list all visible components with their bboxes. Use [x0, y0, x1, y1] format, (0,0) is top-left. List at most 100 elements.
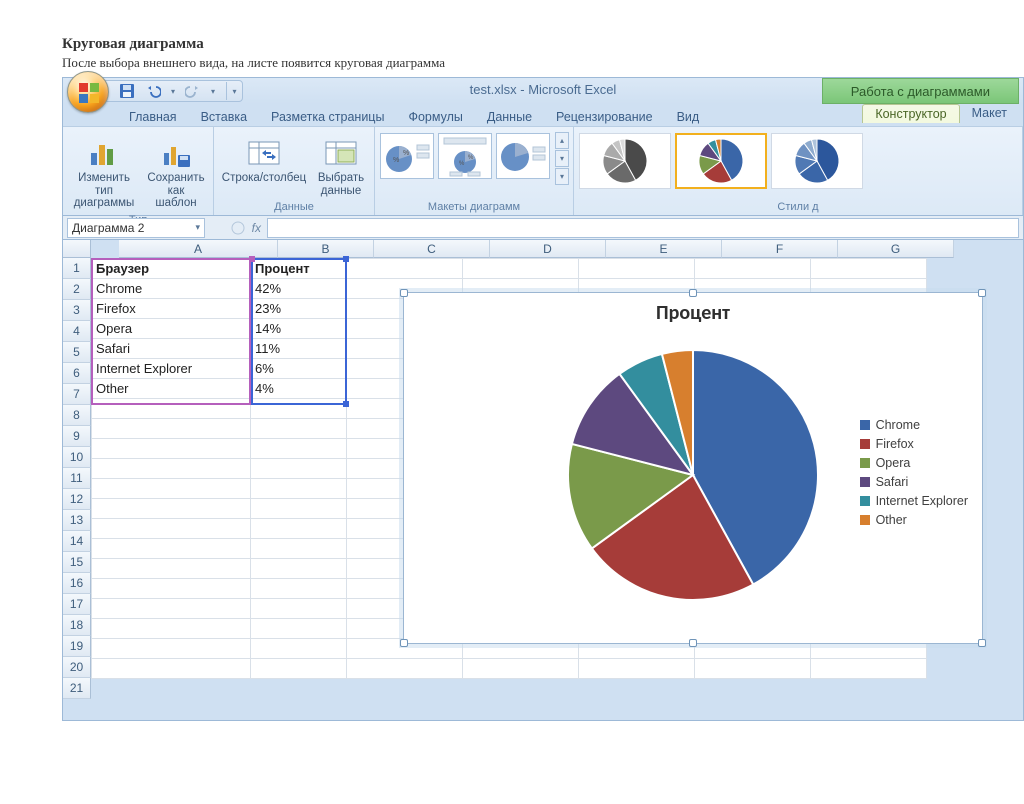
cell[interactable]	[251, 579, 347, 599]
chart-layouts-scroll-up[interactable]: ▴	[555, 132, 569, 149]
cell[interactable]	[251, 599, 347, 619]
chart-layout-3[interactable]	[496, 133, 550, 179]
chart-resize-handle[interactable]	[689, 289, 697, 297]
chart-style-3[interactable]	[771, 133, 863, 189]
chart-resize-handle[interactable]	[400, 289, 408, 297]
cell[interactable]	[251, 639, 347, 659]
row-header[interactable]: 4	[63, 321, 91, 342]
qat-customize-dropdown[interactable]: ▾	[226, 82, 236, 100]
row-header[interactable]: 19	[63, 636, 91, 657]
tab-formulas[interactable]: Формулы	[396, 108, 474, 126]
chart-layout-2[interactable]: %%	[438, 133, 492, 179]
tab-layout[interactable]: Макет	[960, 104, 1019, 123]
chart-layouts-more[interactable]: ▾	[555, 168, 569, 185]
cell[interactable]	[92, 459, 251, 479]
cell[interactable]: 6%	[251, 359, 347, 379]
row-header[interactable]: 14	[63, 531, 91, 552]
row-header[interactable]: 13	[63, 510, 91, 531]
row-header[interactable]: 8	[63, 405, 91, 426]
row-header[interactable]: 12	[63, 489, 91, 510]
cell[interactable]: 4%	[251, 379, 347, 399]
cell[interactable]	[251, 539, 347, 559]
cell[interactable]	[92, 419, 251, 439]
cell[interactable]	[251, 419, 347, 439]
cell[interactable]: Браузер	[92, 259, 251, 279]
select-all-corner[interactable]	[63, 240, 91, 258]
chart-legend[interactable]: ChromeFirefoxOperaSafariInternet Explore…	[860, 413, 968, 532]
cell[interactable]	[92, 479, 251, 499]
cell[interactable]	[92, 559, 251, 579]
row-header[interactable]: 10	[63, 447, 91, 468]
cell[interactable]	[251, 559, 347, 579]
row-header[interactable]: 9	[63, 426, 91, 447]
worksheet[interactable]: A B C D E F G 12345678910111213141516171…	[63, 240, 1023, 720]
chart-style-1[interactable]	[579, 133, 671, 189]
row-header[interactable]: 20	[63, 657, 91, 678]
row-header[interactable]: 6	[63, 363, 91, 384]
row-header[interactable]: 3	[63, 300, 91, 321]
tab-insert[interactable]: Вставка	[189, 108, 259, 126]
column-header-e[interactable]: E	[606, 240, 722, 258]
cell[interactable]	[811, 659, 927, 679]
cell[interactable]	[811, 259, 927, 279]
cell[interactable]	[579, 659, 695, 679]
row-header[interactable]: 17	[63, 594, 91, 615]
undo-button[interactable]	[142, 82, 164, 100]
cell[interactable]: Internet Explorer	[92, 359, 251, 379]
cell[interactable]	[347, 259, 463, 279]
cell[interactable]	[92, 399, 251, 419]
change-chart-type-button[interactable]: Изменить тип диаграммы	[67, 132, 141, 213]
chart-layout-1[interactable]: %%	[380, 133, 434, 179]
cell[interactable]	[251, 619, 347, 639]
name-box[interactable]: Диаграмма 2 ▾	[67, 218, 205, 238]
column-header-a[interactable]: A	[119, 240, 278, 258]
cell[interactable]: Chrome	[92, 279, 251, 299]
cell[interactable]	[251, 439, 347, 459]
cell[interactable]: 23%	[251, 299, 347, 319]
tab-review[interactable]: Рецензирование	[544, 108, 665, 126]
cell[interactable]: 42%	[251, 279, 347, 299]
cell[interactable]: Opera	[92, 319, 251, 339]
cell[interactable]	[463, 259, 579, 279]
fx-icon[interactable]: fx	[252, 221, 261, 235]
cell[interactable]	[251, 499, 347, 519]
cell[interactable]	[92, 439, 251, 459]
row-header[interactable]: 1	[63, 258, 91, 279]
chart-layouts-scroll-down[interactable]: ▾	[555, 150, 569, 167]
column-header-b[interactable]: B	[278, 240, 374, 258]
switch-row-column-button[interactable]: Строка/столбец	[218, 132, 310, 188]
row-header[interactable]: 2	[63, 279, 91, 300]
cell[interactable]: 14%	[251, 319, 347, 339]
formula-input[interactable]	[267, 218, 1019, 238]
save-as-template-button[interactable]: Сохранить как шаблон	[143, 132, 209, 213]
redo-button[interactable]	[182, 82, 204, 100]
tab-view[interactable]: Вид	[665, 108, 712, 126]
cell[interactable]	[92, 539, 251, 559]
chart-title[interactable]: Процент	[404, 301, 982, 325]
column-header-d[interactable]: D	[490, 240, 606, 258]
tab-page-layout[interactable]: Разметка страницы	[259, 108, 396, 126]
chart-resize-handle[interactable]	[689, 639, 697, 647]
tab-data[interactable]: Данные	[475, 108, 544, 126]
cell[interactable]	[251, 399, 347, 419]
row-header[interactable]: 11	[63, 468, 91, 489]
cell[interactable]	[92, 639, 251, 659]
cell[interactable]	[92, 519, 251, 539]
cell[interactable]: Other	[92, 379, 251, 399]
row-header[interactable]: 7	[63, 384, 91, 405]
cell[interactable]	[92, 619, 251, 639]
cell[interactable]	[579, 259, 695, 279]
cell[interactable]: Safari	[92, 339, 251, 359]
row-header[interactable]: 21	[63, 678, 91, 699]
column-header-f[interactable]: F	[722, 240, 838, 258]
cell[interactable]: 11%	[251, 339, 347, 359]
cell[interactable]	[92, 599, 251, 619]
chart-resize-handle[interactable]	[978, 639, 986, 647]
name-box-dropdown-icon[interactable]: ▾	[195, 222, 200, 233]
tab-design[interactable]: Конструктор	[862, 104, 959, 123]
undo-dropdown[interactable]: ▾	[168, 82, 178, 100]
embedded-chart[interactable]: Процент ChromeFirefoxOperaSafariInternet…	[403, 292, 983, 644]
cell[interactable]	[92, 499, 251, 519]
cell[interactable]: Firefox	[92, 299, 251, 319]
tab-home[interactable]: Главная	[117, 108, 189, 126]
